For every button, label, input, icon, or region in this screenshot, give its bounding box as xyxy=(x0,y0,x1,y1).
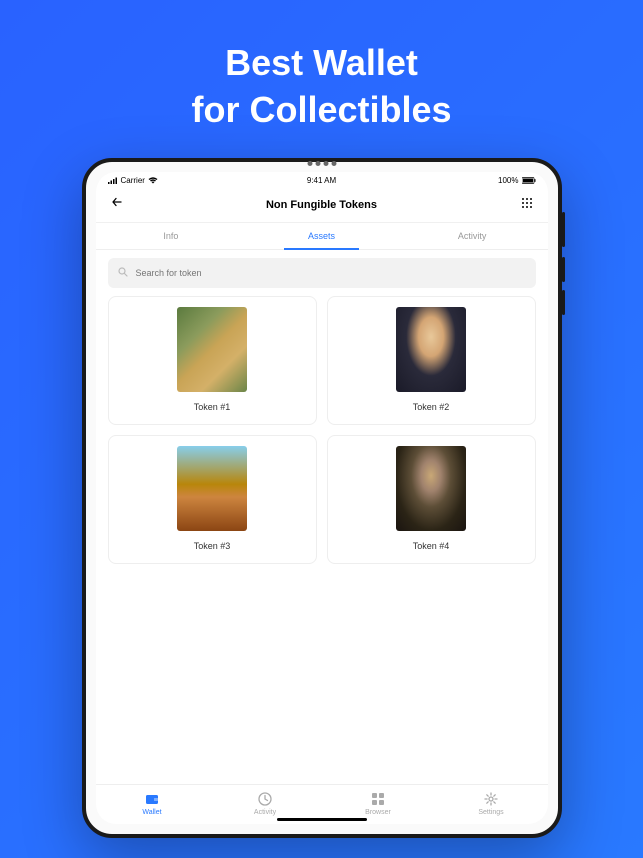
token-label: Token #1 xyxy=(194,402,231,412)
home-indicator[interactable] xyxy=(277,818,367,821)
promo-line-1: Best Wallet xyxy=(0,40,643,87)
token-image xyxy=(177,307,247,392)
search-box[interactable] xyxy=(108,258,536,288)
back-button[interactable] xyxy=(110,195,130,214)
page-title: Non Fungible Tokens xyxy=(266,199,377,211)
carrier-label: Carrier xyxy=(121,176,145,185)
nav-label: Activity xyxy=(254,809,276,816)
app-screen: Carrier 9:41 AM 100% Non Fungible Tokens xyxy=(96,172,548,824)
tab-info[interactable]: Info xyxy=(96,223,247,249)
wallet-icon xyxy=(144,791,160,807)
tab-assets[interactable]: Assets xyxy=(246,223,397,249)
signal-icon xyxy=(108,177,118,184)
tab-bar: Info Assets Activity xyxy=(96,223,548,250)
promo-headline: Best Wallet for Collectibles xyxy=(0,0,643,134)
status-time: 9:41 AM xyxy=(307,176,336,185)
nav-header: Non Fungible Tokens xyxy=(96,187,548,223)
nav-label: Wallet xyxy=(142,809,161,816)
token-card-2[interactable]: Token #2 xyxy=(327,296,536,425)
settings-icon xyxy=(483,791,499,807)
nav-browser[interactable]: Browser xyxy=(322,791,435,816)
token-label: Token #3 xyxy=(194,541,231,551)
status-bar: Carrier 9:41 AM 100% xyxy=(96,172,548,187)
nav-activity[interactable]: Activity xyxy=(209,791,322,816)
token-card-4[interactable]: Token #4 xyxy=(327,435,536,564)
token-grid: Token #1 Token #2 Token #3 Token #4 xyxy=(96,296,548,784)
tab-activity[interactable]: Activity xyxy=(397,223,548,249)
tab-label: Activity xyxy=(458,231,487,241)
battery-percent: 100% xyxy=(498,176,518,185)
search-icon xyxy=(118,264,128,282)
activity-icon xyxy=(257,791,273,807)
nav-label: Settings xyxy=(478,809,503,816)
token-card-1[interactable]: Token #1 xyxy=(108,296,317,425)
tab-label: Info xyxy=(163,231,178,241)
token-image xyxy=(177,446,247,531)
tab-label: Assets xyxy=(308,231,335,241)
token-label: Token #2 xyxy=(413,402,450,412)
nav-label: Browser xyxy=(365,809,391,816)
token-image xyxy=(396,446,466,531)
ipad-device-frame: Carrier 9:41 AM 100% Non Fungible Tokens xyxy=(82,158,562,838)
promo-line-2: for Collectibles xyxy=(0,87,643,134)
battery-icon xyxy=(522,177,536,184)
token-label: Token #4 xyxy=(413,541,450,551)
wifi-icon xyxy=(148,177,158,184)
nav-settings[interactable]: Settings xyxy=(435,791,548,816)
grid-menu-button[interactable] xyxy=(513,196,533,214)
token-card-3[interactable]: Token #3 xyxy=(108,435,317,564)
token-image xyxy=(396,307,466,392)
nav-wallet[interactable]: Wallet xyxy=(96,791,209,816)
search-input[interactable] xyxy=(136,268,526,278)
browser-icon xyxy=(370,791,386,807)
